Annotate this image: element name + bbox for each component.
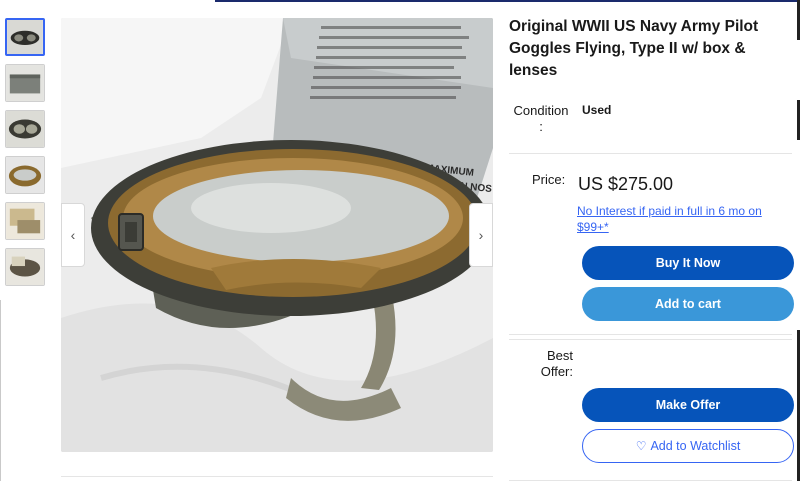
listing-title: Original WWII US Navy Army Pilot Goggles… [509,18,759,79]
make-offer-button[interactable]: Make Offer [582,388,794,422]
previous-image-button[interactable]: ‹ [61,203,85,267]
thumbnail-4[interactable] [5,156,45,194]
top-header-strip [215,0,800,2]
chevron-left-icon: ‹ [70,227,76,243]
left-edge-line [0,300,1,481]
best-offer-label: Best Offer: [540,348,573,379]
chevron-right-icon: › [478,227,484,243]
thumbnail-2[interactable] [5,64,45,102]
financing-link[interactable]: No Interest if paid in full in 6 mo on $… [577,203,787,235]
thumbnail-3[interactable] [5,110,45,148]
price-label: Price: [532,172,566,187]
condition-label: Condition: [513,103,569,134]
condition-value: Used [582,103,612,117]
thumbnail-1[interactable] [5,18,45,56]
buy-it-now-button[interactable]: Buy It Now [582,246,794,280]
add-to-cart-button[interactable]: Add to cart [582,287,794,321]
heart-outline-icon: ♡ [635,439,647,453]
watchlist-label: Add to Watchlist [650,439,741,453]
main-product-photo[interactable]: TO PROVIDE MAXIMUM GOGGLES AS LOW ON NOS [61,18,493,452]
add-to-watchlist-button[interactable]: ♡ Add to Watchlist [582,429,794,463]
thumbnail-6[interactable] [5,248,45,286]
price-value: US $275.00 [578,174,674,194]
next-image-button[interactable]: › [469,203,493,267]
photo-divider [61,476,493,477]
thumbnail-5[interactable] [5,202,45,240]
